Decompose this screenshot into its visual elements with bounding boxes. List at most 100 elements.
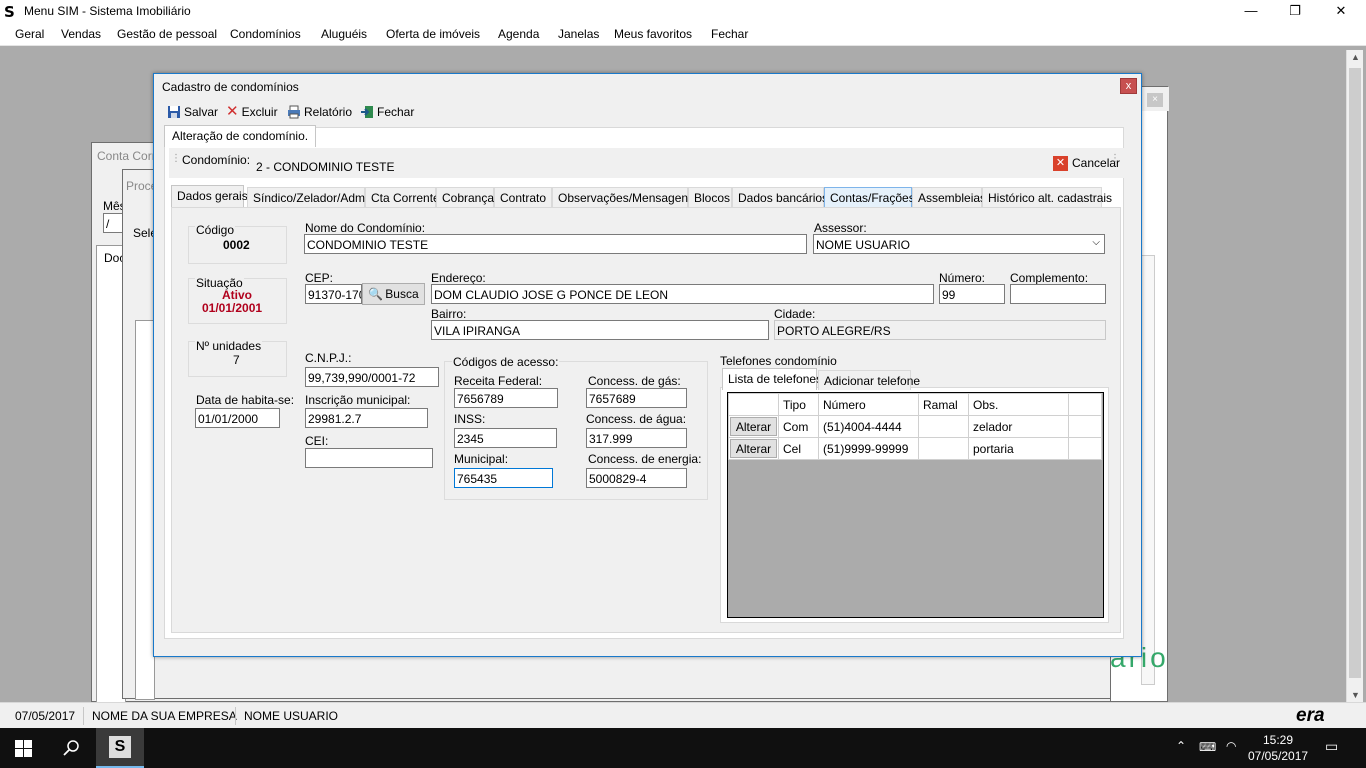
municipal-label: Municipal: xyxy=(454,452,509,466)
chevron-down-icon: ⌵ xyxy=(1092,237,1100,248)
busca-button[interactable]: 🔍 Busca xyxy=(362,283,425,305)
menu-alugueis[interactable]: Aluguéis xyxy=(321,27,367,41)
grip-icon: ⋮ xyxy=(1110,153,1120,164)
close-window-button[interactable]: ✕ xyxy=(1318,0,1364,22)
endereco-label: Endereço: xyxy=(431,271,486,285)
search-icon[interactable] xyxy=(63,739,81,757)
status-user: NOME USUARIO xyxy=(244,709,339,723)
bg-close-icon[interactable]: × xyxy=(1147,93,1163,107)
assessor-label: Assessor: xyxy=(814,221,867,235)
codigo-value: 0002 xyxy=(223,238,250,252)
tab-assembleias[interactable]: Assembleias xyxy=(912,187,986,207)
close-toolbar-button[interactable]: Fechar xyxy=(360,103,414,121)
taskbar-app-sim[interactable]: S xyxy=(96,728,144,768)
bairro-input[interactable]: VILA IPIRANGA xyxy=(431,320,769,340)
menu-oferta-imoveis[interactable]: Oferta de imóveis xyxy=(386,27,480,41)
menu-geral[interactable]: Geral xyxy=(15,27,44,41)
tab-sindico[interactable]: Síndico/Zelador/Adm. xyxy=(247,187,368,207)
tab-cta-corrente[interactable]: Cta Corrente xyxy=(365,187,440,207)
tab-dados-gerais[interactable]: Dados gerais xyxy=(171,185,248,207)
tab-dados-bancarios[interactable]: Dados bancários xyxy=(732,187,828,207)
tab-alteracao-condominio[interactable]: Alteração de condomínio. xyxy=(164,125,317,147)
agua-input[interactable]: 317.999 xyxy=(586,428,687,448)
inss-input[interactable]: 2345 xyxy=(454,428,557,448)
dialog-close-button[interactable]: x xyxy=(1120,78,1137,94)
phones-title: Telefones condomínio xyxy=(720,354,837,368)
app-logo: S xyxy=(4,3,15,21)
tab-cobranca[interactable]: Cobrança xyxy=(436,187,494,207)
access-codes-group: Códigos de acesso: Receita Federal: 7656… xyxy=(444,355,708,500)
chevron-up-icon[interactable]: ⌃ xyxy=(1176,739,1186,753)
alterar-button[interactable]: Alterar xyxy=(730,439,777,458)
menu-janelas[interactable]: Janelas xyxy=(558,27,599,41)
table-row[interactable]: Alterar Com (51)4004-4444 zelador xyxy=(728,415,1102,438)
municipal-input[interactable]: 765435 xyxy=(454,468,553,488)
col-numero: Número xyxy=(818,393,919,416)
wifi-icon[interactable]: ◠ xyxy=(1226,739,1236,753)
complemento-label: Complemento: xyxy=(1010,271,1089,285)
cnpj-input[interactable]: 99,739,990/0001-72 xyxy=(305,367,439,387)
clock-time[interactable]: 15:29 xyxy=(1263,733,1293,747)
magnifier-icon: 🔍 xyxy=(368,287,384,301)
complemento-input[interactable] xyxy=(1010,284,1106,304)
tab-adicionar-telefone[interactable]: Adicionar telefone xyxy=(818,370,920,390)
dialog-titlebar: Cadastro de condomínios x xyxy=(154,74,1141,99)
cancel-icon: ✕ xyxy=(1053,155,1068,171)
delete-button[interactable]: ✕ Excluir xyxy=(226,103,278,121)
tab-contas-fracoes[interactable]: Contas/Frações xyxy=(824,187,915,207)
tab-blocos[interactable]: Blocos xyxy=(688,187,732,207)
menu-agenda[interactable]: Agenda xyxy=(498,27,539,41)
save-label: Salvar xyxy=(184,105,219,119)
cell-numero: (51)9999-99999 xyxy=(818,437,919,460)
assessor-select[interactable]: NOME USUARIO ⌵ xyxy=(813,234,1105,254)
mdi-scrollbar[interactable]: ▲ ▼ xyxy=(1346,50,1363,702)
menu-condominios[interactable]: Condomínios xyxy=(230,27,301,41)
unidades-value: 7 xyxy=(233,353,240,367)
menubar: Geral Vendas Gestão de pessoal Condomíni… xyxy=(0,23,1366,46)
assessor-value: NOME USUARIO xyxy=(816,238,911,252)
tab-observacoes[interactable]: Observações/Mensagens xyxy=(552,187,694,207)
menu-meus-favoritos[interactable]: Meus favoritos xyxy=(614,27,692,41)
tab-lista-telefones[interactable]: Lista de telefones xyxy=(722,368,822,390)
clock-date[interactable]: 07/05/2017 xyxy=(1248,749,1308,763)
alterar-button[interactable]: Alterar xyxy=(730,417,777,436)
table-row[interactable]: Alterar Cel (51)9999-99999 portaria xyxy=(728,437,1102,460)
inscricao-input[interactable]: 29981.2.7 xyxy=(305,408,428,428)
cei-input[interactable] xyxy=(305,448,433,468)
restore-button[interactable]: ❐ xyxy=(1272,0,1318,22)
habite-input[interactable]: 01/01/2000 xyxy=(195,408,280,428)
status-company: NOME DA SUA EMPRESA xyxy=(92,709,237,723)
cidade-input[interactable]: PORTO ALEGRE/RS xyxy=(774,320,1106,340)
numero-input[interactable]: 99 xyxy=(939,284,1005,304)
bg-window-title: Conta Corr xyxy=(97,149,156,163)
notification-icon[interactable]: ▭ xyxy=(1325,738,1338,755)
status-bar: 07/05/2017 NOME DA SUA EMPRESA NOME USUA… xyxy=(0,702,1366,728)
cep-input[interactable]: 91370-170 xyxy=(305,284,362,304)
tab-contrato[interactable]: Contrato xyxy=(494,187,552,207)
endereco-input[interactable]: DOM CLAUDIO JOSE G PONCE DE LEON xyxy=(431,284,934,304)
windows-start-icon[interactable] xyxy=(15,740,32,757)
report-button[interactable]: Relatório xyxy=(287,103,352,121)
nome-label: Nome do Condomínio: xyxy=(305,221,426,235)
exit-door-icon xyxy=(361,106,373,118)
bairro-label: Bairro: xyxy=(431,307,467,321)
codigo-label: Código xyxy=(195,223,236,237)
gas-label: Concess. de gás: xyxy=(588,374,681,388)
keyboard-icon[interactable]: ⌨ xyxy=(1199,740,1216,754)
menu-gestao-pessoal[interactable]: Gestão de pessoal xyxy=(117,27,217,41)
cep-label: CEP: xyxy=(305,271,334,285)
gas-input[interactable]: 7657689 xyxy=(586,388,687,408)
menu-vendas[interactable]: Vendas xyxy=(61,27,101,41)
tab-historico[interactable]: Histórico alt. cadastrais xyxy=(982,187,1112,207)
window-titlebar: S Menu SIM - Sistema Imobiliário — ❐ ✕ xyxy=(0,0,1366,23)
cnpj-label: C.N.P.J.: xyxy=(305,351,352,365)
nome-input[interactable]: CONDOMINIO TESTE xyxy=(304,234,807,254)
receita-input[interactable]: 7656789 xyxy=(454,388,558,408)
agua-label: Concess. de água: xyxy=(586,412,687,426)
energia-label: Concess. de energia: xyxy=(588,452,702,466)
minimize-button[interactable]: — xyxy=(1228,0,1274,22)
menu-fechar[interactable]: Fechar xyxy=(711,27,748,41)
cell-numero: (51)4004-4444 xyxy=(818,415,919,438)
save-button[interactable]: Salvar xyxy=(167,103,218,121)
energia-input[interactable]: 5000829-4 xyxy=(586,468,687,488)
